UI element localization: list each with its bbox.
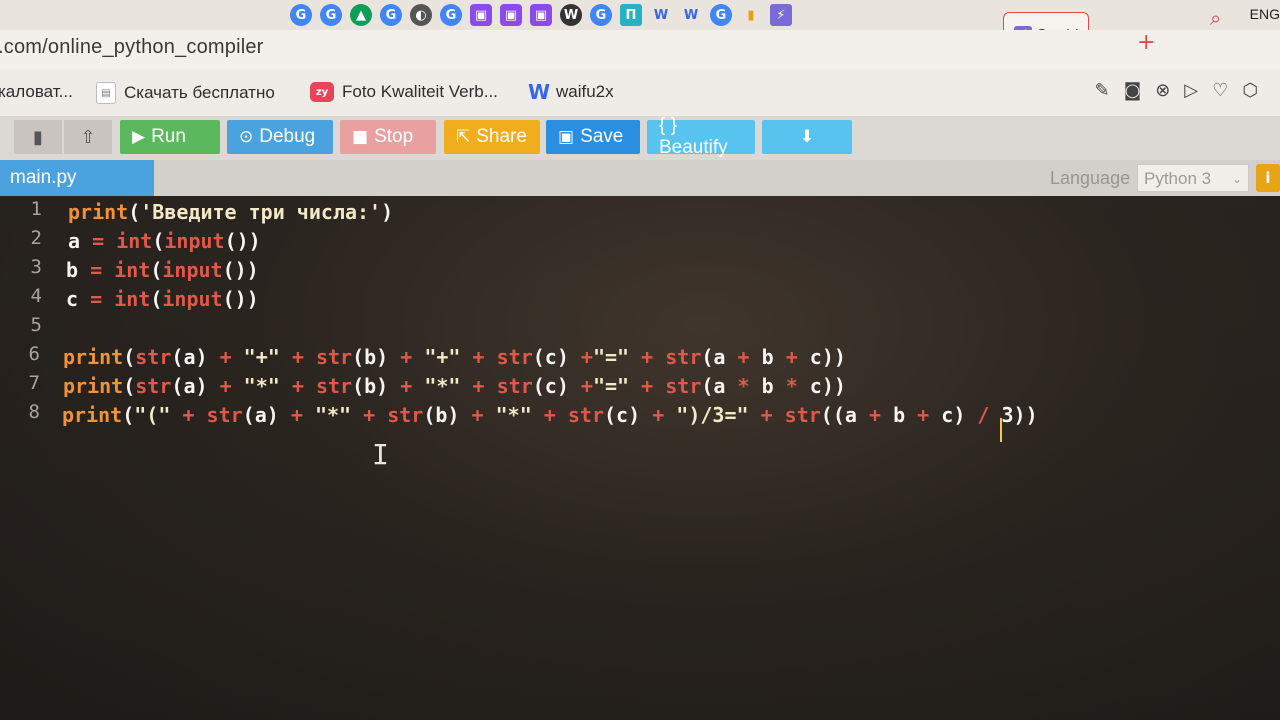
info-button[interactable]: i (1256, 164, 1280, 192)
google-icon[interactable]: G (710, 4, 732, 26)
download-icon: ⬇ (799, 127, 815, 147)
edit-icon[interactable]: ✎ (1095, 80, 1110, 101)
w-icon[interactable]: W (680, 4, 702, 26)
new-file-icon[interactable]: ▮ (14, 120, 62, 154)
twitch-icon[interactable]: ▣ (470, 4, 492, 26)
google-icon[interactable]: G (440, 4, 462, 26)
heart-icon[interactable]: ♡ (1212, 80, 1228, 101)
chart-icon[interactable]: ▮ (740, 4, 762, 26)
line-number: 5 (30, 314, 42, 336)
shield-icon[interactable]: ⊗ (1155, 80, 1170, 101)
bookmark-item[interactable]: каловат... (0, 82, 73, 102)
line-number: 8 (28, 401, 40, 423)
bookmark-item[interactable]: W waifu2x (527, 80, 614, 104)
w-icon: W (527, 80, 551, 104)
beautify-label: { } Beautify (659, 115, 728, 158)
share-icon: ⇱ (456, 127, 471, 147)
line-number: 2 (30, 227, 42, 249)
document-icon: ▤ (96, 82, 116, 104)
lang-indicator[interactable]: ENG (1250, 6, 1280, 22)
cube-icon[interactable]: ⬡ (1242, 80, 1258, 101)
download-button[interactable]: ⬇ (762, 120, 852, 154)
google-drive-icon[interactable]: ▲ (350, 4, 372, 26)
wordpress-icon[interactable]: W (560, 4, 582, 26)
bookmark-item[interactable]: ▤ Скачать бесплатно (96, 82, 275, 104)
bookmark-label: Скачать бесплатно (124, 83, 275, 102)
new-tab-button[interactable]: + (1137, 30, 1155, 55)
zyro-icon: zy (310, 82, 334, 102)
file-bar: main.py Language Python 3 ⌄ i (0, 160, 1280, 196)
run-label: Run (151, 126, 186, 147)
screen: G G ▲ G ◐ G ▣ ▣ ▣ W G Π W W G ▮ ⚡ ENG ⚡ … (0, 0, 1280, 720)
stop-icon: ■ (352, 127, 369, 147)
line-number: 6 (28, 343, 40, 365)
google-icon[interactable]: G (380, 4, 402, 26)
code-line[interactable]: a = int(input()) (68, 229, 261, 257)
line-number: 4 (30, 285, 42, 307)
search-icon[interactable]: ⌕ (1210, 6, 1221, 30)
stop-label: Stop (374, 126, 414, 147)
camera-icon[interactable]: ◙ (1124, 80, 1141, 101)
line-number: 1 (30, 198, 42, 220)
send-icon[interactable]: ▷ (1184, 80, 1198, 101)
pi-icon[interactable]: Π (620, 4, 642, 26)
w-icon[interactable]: W (650, 4, 672, 26)
floppy-icon: ▣ (558, 127, 575, 147)
save-button[interactable]: ▣ Save (546, 120, 640, 154)
code-editor[interactable]: 1 2 3 4 5 6 7 8 print('Введите три числа… (0, 196, 1280, 720)
line-number: 7 (28, 372, 40, 394)
address-bar: .com/online_python_compiler (0, 30, 1280, 70)
code-line[interactable]: c = int(input()) (66, 287, 259, 315)
debug-label: Debug (259, 126, 316, 147)
bookmark-label: waifu2x (556, 82, 614, 101)
run-button[interactable]: ▶ Run (120, 120, 220, 154)
code-line[interactable]: print('Введите три числа:') (68, 200, 393, 228)
share-button[interactable]: ⇱ Share (444, 120, 540, 154)
beautify-button[interactable]: { } Beautify (647, 115, 755, 158)
stop-button[interactable]: ■ Stop (340, 120, 436, 154)
play-icon: ▶ (132, 127, 146, 147)
bookmarks-bar: каловат... ▤ Скачать бесплатно zy Foto K… (0, 70, 1280, 117)
code-line[interactable]: print("(" + str(a) + "*" + str(b) + "*" … (62, 403, 1038, 431)
google-icon[interactable]: G (320, 4, 342, 26)
bolt-icon[interactable]: ⚡ (770, 4, 792, 26)
twitch-icon[interactable]: ▣ (530, 4, 552, 26)
upload-icon[interactable]: ⇧ (64, 120, 112, 154)
code-line[interactable]: print(str(a) + "+" + str(b) + "+" + str(… (63, 345, 846, 373)
compiler-toolbar: ▮ ⇧ ▶ Run ⊙ Debug ■ Stop ⇱ Share ▣ Save … (0, 115, 1280, 160)
line-number: 3 (30, 256, 42, 278)
bookmark-label: каловат... (0, 82, 73, 101)
google-icon[interactable]: G (290, 4, 312, 26)
code-line[interactable]: b = int(input()) (66, 258, 259, 286)
ibeam-cursor-icon: I (372, 438, 389, 471)
debug-button[interactable]: ⊙ Debug (227, 120, 333, 154)
file-tab-main[interactable]: main.py (0, 160, 154, 196)
pinned-tabs: G G ▲ G ◐ G ▣ ▣ ▣ W G Π W W G ▮ ⚡ (290, 2, 792, 28)
generic-site-icon[interactable]: ◐ (410, 4, 432, 26)
url-text[interactable]: .com/online_python_compiler (0, 36, 264, 59)
save-label: Save (580, 126, 624, 147)
chevron-down-icon: ⌄ (1231, 172, 1242, 186)
google-icon[interactable]: G (590, 4, 612, 26)
bookmark-item[interactable]: zy Foto Kwaliteit Verb... (310, 82, 498, 102)
code-line[interactable]: print(str(a) + "*" + str(b) + "*" + str(… (63, 374, 846, 402)
language-label: Language (1050, 168, 1131, 188)
debug-icon: ⊙ (239, 127, 254, 147)
language-select[interactable]: Python 3 ⌄ (1137, 164, 1249, 192)
bookmark-label: Foto Kwaliteit Verb... (342, 82, 498, 101)
text-caret (1000, 418, 1002, 442)
twitch-icon[interactable]: ▣ (500, 4, 522, 26)
language-value: Python 3 (1144, 169, 1212, 188)
share-label: Share (476, 126, 527, 147)
extension-icons: ✎ ◙ ⊗ ▷ ♡ ⬡ (1095, 80, 1258, 101)
